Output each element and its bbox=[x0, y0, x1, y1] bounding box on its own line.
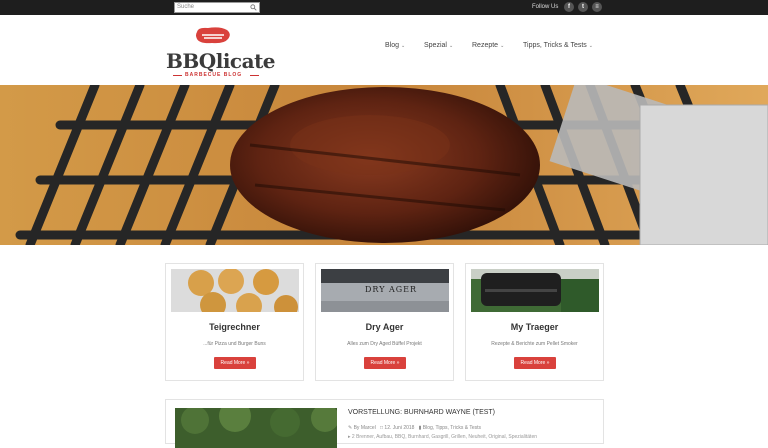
twitter-icon[interactable]: t bbox=[578, 2, 588, 12]
post-meta: ✎ By Marcel □ 12. Juni 2018 ▮ Blog, Tipp… bbox=[348, 425, 481, 431]
nav-item-spezial[interactable]: Spezial ⌄ bbox=[424, 42, 453, 49]
card-teigrechner: Teigrechner ...für Pizza und Burger Buns… bbox=[165, 263, 304, 381]
chevron-down-icon: ⌄ bbox=[588, 43, 593, 49]
chevron-down-icon: ⌄ bbox=[401, 43, 406, 49]
card-my-traeger: My Traeger Rezepte & Berichte zum Pellet… bbox=[465, 263, 604, 381]
rss-icon[interactable]: ≡ bbox=[592, 2, 602, 12]
calendar-icon: □ bbox=[380, 425, 384, 431]
post-thumbnail[interactable] bbox=[175, 408, 337, 448]
card-dry-ager: DRY AGER Dry Ager Alles zum Dry Aged Büf… bbox=[315, 263, 454, 381]
logo-divider bbox=[173, 75, 182, 76]
card-image-buns[interactable] bbox=[171, 269, 299, 312]
post-tags[interactable]: 2 Brenner, Aufbau, BBQ, Burnhard, Gasgri… bbox=[352, 434, 537, 440]
search-icon[interactable] bbox=[250, 4, 257, 11]
card-description: Alles zum Dry Aged Büffel Projekt bbox=[347, 341, 422, 347]
folder-icon: ▮ bbox=[418, 425, 422, 431]
nav-label: Blog bbox=[385, 42, 400, 49]
post-author[interactable]: By Marcel bbox=[354, 425, 376, 431]
post-categories[interactable]: Blog, Tipps, Tricks & Tests bbox=[423, 425, 481, 431]
site-subtitle: BARBECUE BLOG bbox=[185, 72, 243, 78]
facebook-icon[interactable]: f bbox=[564, 2, 574, 12]
nav-item-tipps[interactable]: Tipps, Tricks & Tests ⌄ bbox=[523, 42, 593, 49]
logo-divider bbox=[250, 75, 259, 76]
post-date: 12. Juni 2018 bbox=[384, 425, 415, 431]
site-title[interactable]: BBQlicate bbox=[166, 49, 276, 73]
follow-us-label: Follow Us bbox=[532, 4, 559, 10]
post-preview: VORSTELLUNG: BURNHARD WAYNE (TEST) ✎ By … bbox=[165, 399, 604, 448]
card-image-traeger[interactable] bbox=[471, 269, 599, 312]
read-more-button[interactable]: Read More » bbox=[514, 357, 556, 369]
search-placeholder: Suche bbox=[177, 4, 195, 10]
nav-item-blog[interactable]: Blog ⌄ bbox=[385, 42, 405, 49]
steak-on-grill-image bbox=[0, 85, 768, 245]
nav-label: Rezepte bbox=[472, 42, 499, 49]
tag-icon: ▸ bbox=[348, 434, 351, 440]
card-title[interactable]: Teigrechner bbox=[166, 322, 303, 332]
chevron-down-icon: ⌄ bbox=[448, 43, 454, 49]
dry-ager-label: DRY AGER bbox=[365, 285, 418, 294]
chevron-down-icon: ⌄ bbox=[500, 43, 505, 49]
card-title[interactable]: My Traeger bbox=[466, 322, 603, 332]
nav-label: Spezial bbox=[424, 42, 447, 49]
nav-label: Tipps, Tricks & Tests bbox=[523, 42, 587, 49]
hero-image bbox=[0, 85, 768, 245]
site-header: BBQlicate BARBECUE BLOG Blog ⌄ Spezial ⌄ R… bbox=[0, 15, 768, 85]
card-title[interactable]: Dry Ager bbox=[316, 322, 453, 332]
post-tags-row: ▸ 2 Brenner, Aufbau, BBQ, Burnhard, Gasg… bbox=[348, 434, 537, 440]
card-image-dry-ager[interactable]: DRY AGER bbox=[321, 269, 449, 312]
read-more-button[interactable]: Read More » bbox=[364, 357, 406, 369]
steak-logo-icon[interactable] bbox=[194, 26, 232, 46]
pencil-icon: ✎ bbox=[348, 425, 353, 431]
search-input[interactable]: Suche bbox=[174, 2, 260, 13]
top-bar: Suche Follow Us f t ≡ bbox=[0, 0, 768, 15]
read-more-button[interactable]: Read More » bbox=[214, 357, 256, 369]
post-title[interactable]: VORSTELLUNG: BURNHARD WAYNE (TEST) bbox=[348, 409, 495, 416]
card-description: Rezepte & Berichte zum Pellet Smoker bbox=[491, 341, 578, 347]
card-description: ...für Pizza und Burger Buns bbox=[203, 341, 266, 347]
nav-item-rezepte[interactable]: Rezepte ⌄ bbox=[472, 42, 504, 49]
